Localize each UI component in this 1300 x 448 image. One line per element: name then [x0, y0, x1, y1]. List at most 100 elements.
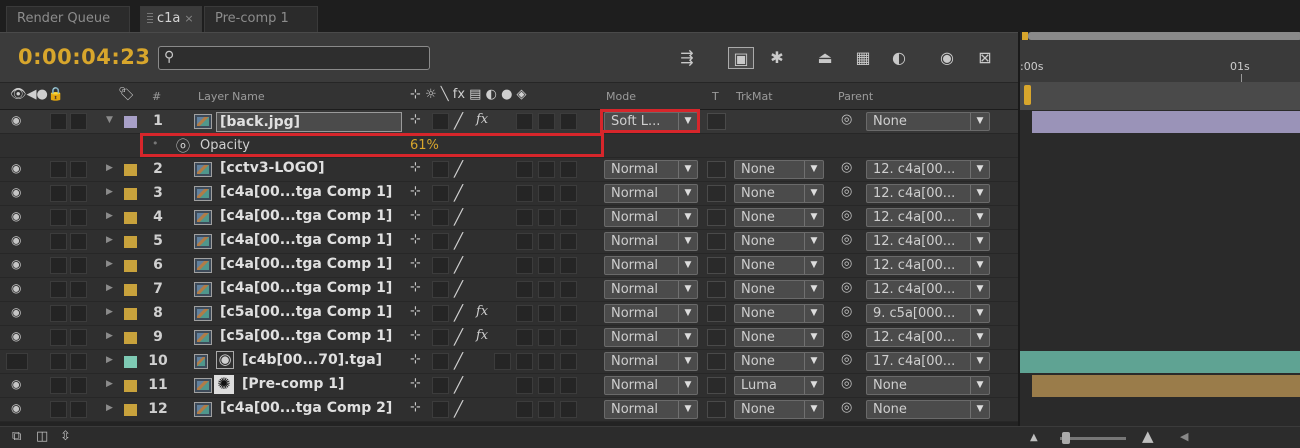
motion-blur-switch[interactable]	[538, 281, 555, 298]
expand-triangle-icon[interactable]: ▶	[106, 283, 113, 293]
toggle-switches-icon[interactable]: ◫	[36, 429, 48, 444]
expand-triangle-icon[interactable]: ▶	[106, 211, 113, 221]
blend-mode-dropdown[interactable]: Normal ▼	[604, 376, 698, 395]
comp-flowchart-icon[interactable]: ⧉	[12, 429, 21, 444]
audio-switch[interactable]	[50, 209, 67, 226]
video-switch-off[interactable]	[6, 353, 28, 370]
pick-whip-icon[interactable]: ◎	[841, 232, 852, 247]
hide-shy-layers-icon[interactable]: ✱	[764, 47, 790, 69]
preserve-transparency-switch[interactable]	[707, 401, 726, 418]
lock-switch[interactable]	[70, 257, 87, 274]
navigator-start-handle[interactable]	[1022, 32, 1028, 40]
quality-slash-icon[interactable]: ╱	[454, 280, 463, 298]
audio-switch[interactable]	[50, 401, 67, 418]
label-color-swatch[interactable]	[124, 284, 137, 296]
quality-slash-icon[interactable]: ╱	[454, 232, 463, 250]
motion-blur-switch[interactable]	[538, 353, 555, 370]
adjustment-switch[interactable]	[560, 257, 577, 274]
trkmat-header[interactable]: TrkMat	[736, 90, 773, 103]
lock-switch[interactable]	[70, 377, 87, 394]
parent-dropdown[interactable]: None ▼	[866, 376, 990, 395]
collapse-switch[interactable]	[432, 113, 449, 130]
quality-slash-icon[interactable]: ╱	[454, 112, 463, 130]
layer-row[interactable]: ◉ ▶ 3 [c4a[00...tga Comp 1] ⊹ ╱ Normal ▼ …	[0, 182, 1018, 206]
frame-blend-switch[interactable]	[516, 377, 533, 394]
lock-switch[interactable]	[70, 281, 87, 298]
parent-dropdown[interactable]: 12. c4a[00... ▼	[866, 328, 990, 347]
current-time-display[interactable]: 0:00:04:23	[18, 45, 150, 69]
parent-dropdown[interactable]: 9. c5a[000... ▼	[866, 304, 990, 323]
layer-duration-bar[interactable]	[1032, 375, 1300, 397]
frame-blend-switch[interactable]	[516, 257, 533, 274]
lock-switch[interactable]	[70, 401, 87, 418]
adjustment-switch[interactable]	[560, 401, 577, 418]
pick-whip-icon[interactable]: ◎	[841, 352, 852, 367]
blend-mode-dropdown[interactable]: Normal ▼	[604, 352, 698, 371]
quality-slash-icon[interactable]: ╱	[454, 256, 463, 274]
layer-row[interactable]: ◉ ▼ 1 [back.jpg] ⊹ ╱ fx Soft L... ▼ ◎ Non…	[0, 110, 1018, 134]
motion-blur-switch[interactable]	[538, 401, 555, 418]
work-area-bar[interactable]	[1020, 82, 1300, 110]
collapse-switch[interactable]	[432, 377, 449, 394]
mode-header[interactable]: Mode	[606, 90, 636, 103]
av-features-icons[interactable]: 👁◀●🔒	[10, 87, 64, 102]
collapse-switch[interactable]	[432, 353, 449, 370]
blend-mode-dropdown[interactable]: Normal ▼	[604, 400, 698, 419]
fx-icon[interactable]: fx	[476, 304, 488, 319]
parent-dropdown[interactable]: 12. c4a[00... ▼	[866, 280, 990, 299]
quality-slash-icon[interactable]: ╱	[454, 400, 463, 418]
shy-switch-icon[interactable]: ⊹	[410, 376, 421, 391]
layer-row[interactable]: ◉ ▶ 8 [c5a[00...tga Comp 1] ⊹ ╱ fx Norma…	[0, 302, 1018, 326]
expand-collapse-icon[interactable]: ⇳	[60, 429, 71, 444]
pick-whip-icon[interactable]: ◎	[841, 208, 852, 223]
frame-blend-switch[interactable]	[516, 401, 533, 418]
audio-switch[interactable]	[50, 233, 67, 250]
adjustment-switch[interactable]	[560, 185, 577, 202]
adjustment-switch[interactable]	[560, 305, 577, 322]
pick-whip-icon[interactable]: ◎	[841, 304, 852, 319]
pick-whip-icon[interactable]: ◎	[841, 280, 852, 295]
shy-switch-icon[interactable]: ⊹	[410, 112, 421, 127]
trkmat-dropdown[interactable]: None ▼	[734, 208, 824, 227]
shy-switch-icon[interactable]: ⊹	[410, 232, 421, 247]
preserve-transparency-switch[interactable]	[707, 281, 726, 298]
layer-row[interactable]: ◉ ▶ 11 ✺ [Pre-comp 1] ⊹ ╱ Normal ▼ Luma ▼ …	[0, 374, 1018, 398]
layer-name[interactable]: [c5a[00...tga Comp 1]	[220, 304, 392, 320]
trkmat-dropdown[interactable]: None ▼	[734, 184, 824, 203]
parent-dropdown[interactable]: 12. c4a[00... ▼	[866, 208, 990, 227]
frame-blend-switch[interactable]	[516, 233, 533, 250]
label-color-swatch[interactable]	[124, 236, 137, 248]
layer-name[interactable]: [c4a[00...tga Comp 2]	[220, 400, 392, 416]
lock-switch[interactable]	[70, 209, 87, 226]
collapse-switch[interactable]	[432, 281, 449, 298]
layer-name[interactable]: [c5a[00...tga Comp 1]	[220, 328, 392, 344]
collapse-switch[interactable]	[432, 305, 449, 322]
expand-triangle-icon[interactable]: ▶	[106, 307, 113, 317]
tab-c1a[interactable]: c1a ×	[140, 6, 202, 32]
trkmat-dropdown[interactable]: None ▼	[734, 256, 824, 275]
visibility-eye-icon[interactable]: ◉	[11, 257, 21, 271]
shy-switch-icon[interactable]: ⊹	[410, 280, 421, 295]
audio-switch[interactable]	[50, 377, 67, 394]
graph-editor-icon[interactable]: ⊠	[972, 47, 998, 69]
shy-switch-icon[interactable]: ⊹	[410, 160, 421, 175]
composition-mini-flowchart-icon[interactable]: ⇶	[674, 47, 700, 69]
quality-slash-icon[interactable]: ╱	[454, 208, 463, 226]
effect-switch[interactable]	[494, 353, 511, 370]
audio-switch[interactable]	[50, 185, 67, 202]
parent-dropdown[interactable]: 12. c4a[00... ▼	[866, 160, 990, 179]
lock-switch[interactable]	[70, 305, 87, 322]
expand-triangle-icon[interactable]: ▶	[106, 163, 113, 173]
current-time-indicator[interactable]	[1024, 85, 1031, 105]
label-color-swatch[interactable]	[124, 308, 137, 320]
tab-pre-comp-1[interactable]: Pre-comp 1	[204, 6, 318, 32]
layer-name[interactable]: [c4b[00...70].tga]	[242, 352, 382, 368]
frame-blend-switch[interactable]	[516, 305, 533, 322]
layer-name-header[interactable]: Layer Name	[198, 90, 265, 103]
frame-blending-icon[interactable]: ⏏	[812, 47, 838, 69]
adjustment-switch[interactable]	[560, 353, 577, 370]
visibility-eye-icon[interactable]: ◉	[11, 281, 21, 295]
adjustment-switch[interactable]	[560, 233, 577, 250]
parent-dropdown[interactable]: None ▼	[866, 400, 990, 419]
zoom-slider-handle[interactable]	[1062, 432, 1070, 444]
